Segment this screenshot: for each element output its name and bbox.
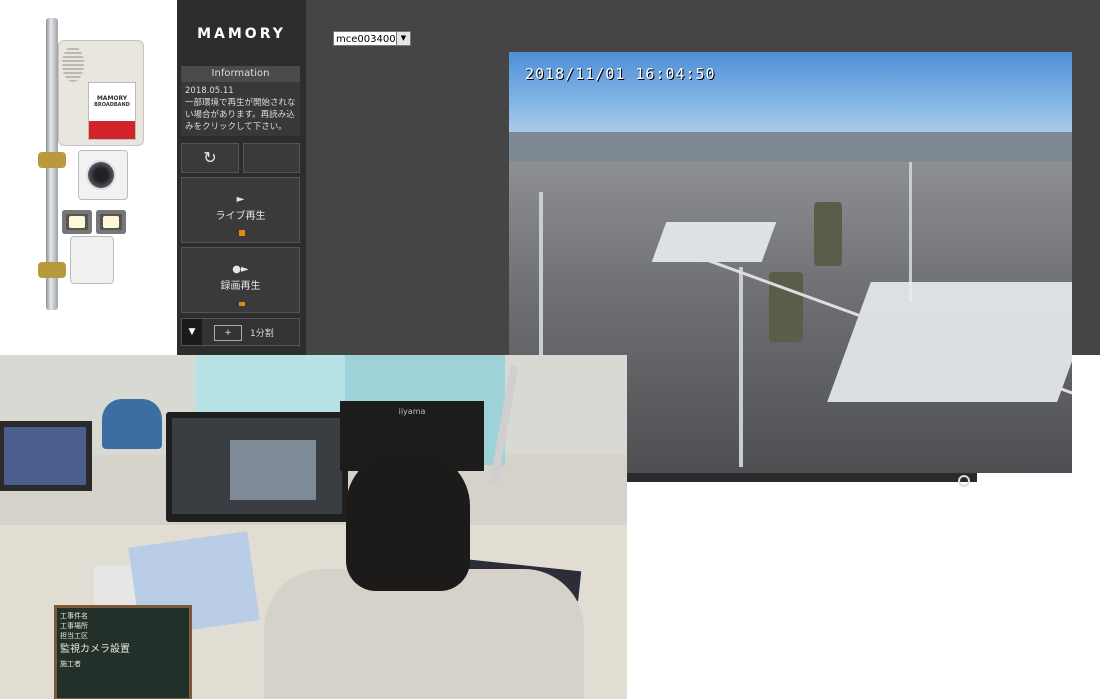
board-line: 施工者	[60, 660, 81, 668]
viewer-sidebar: MAMORY Information 2018.05.11 一部環境で再生が開始…	[177, 0, 306, 355]
pole-clamp-bottom	[38, 262, 66, 278]
fullscreen-icon[interactable]	[958, 475, 970, 487]
info-header: Information	[181, 66, 300, 82]
camera-select[interactable]: mce003400 ▼	[333, 31, 411, 46]
add-split-button[interactable]: +	[214, 325, 242, 341]
camera-select-value: mce003400	[336, 34, 396, 45]
chevron-down-icon[interactable]: ▼	[182, 319, 202, 345]
empty-control-button[interactable]	[243, 143, 300, 173]
cover-sheet	[827, 282, 1072, 402]
record-play-icon: ●►	[232, 264, 249, 275]
live-playback-label: ライブ再生	[215, 211, 266, 222]
monitor-brand: iiyama	[398, 407, 426, 416]
pole-clamp-top	[38, 152, 66, 168]
recorded-playback-button[interactable]: ●► 録画再生	[181, 247, 300, 313]
feed-timestamp: 2018/11/01 16:04:50	[525, 65, 716, 83]
info-panel: 2018.05.11 一部環境で再生が開始されない場合があります。再読み込みをク…	[181, 82, 300, 136]
mini-camera-feed	[230, 440, 316, 500]
led-light-right	[96, 210, 126, 234]
live-indicator	[239, 230, 245, 236]
scaffold-pole	[909, 162, 912, 302]
refresh-icon: ↻	[203, 148, 217, 167]
office-chair	[102, 399, 162, 449]
sensor-unit	[70, 236, 114, 284]
person-head	[346, 451, 470, 591]
info-message: 一部環境で再生が開始されない場合があります。再読み込みをクリックして下さい。	[185, 98, 296, 132]
refresh-button[interactable]: ↻	[181, 143, 239, 173]
device-photo: MAMORY BROADBAND	[0, 0, 177, 355]
recorded-indicator	[239, 302, 245, 306]
live-playback-button[interactable]: ► ライブ再生	[181, 177, 300, 243]
split-controls: ▼ + 1分割	[181, 318, 300, 346]
device-label: MAMORY BROADBAND	[88, 82, 136, 140]
chevron-down-icon: ▼	[396, 32, 410, 45]
board-line: 工事場所	[60, 622, 88, 630]
scaffold-pole	[739, 267, 743, 467]
camera-lens-icon	[86, 160, 116, 190]
play-icon: ►	[236, 194, 245, 205]
info-date: 2018.05.11	[185, 86, 234, 96]
construction-board-text: 工事件名 工事場所 担当工区 監視カメラ設置 施工者	[60, 611, 180, 669]
speaker-grille	[62, 46, 84, 82]
split-label: 1分割	[250, 329, 274, 339]
app-logo: MAMORY	[197, 26, 286, 42]
recorded-playback-label: 録画再生	[220, 281, 261, 292]
laptop-screen	[4, 427, 86, 485]
device-sub-label: BROADBAND	[94, 102, 130, 108]
red-sticker	[89, 121, 135, 139]
worker	[814, 202, 842, 266]
board-line: 担当工区	[60, 632, 88, 640]
board-line: 工事件名	[60, 612, 88, 620]
device-brand-label: MAMORY	[96, 95, 128, 102]
board-line: 監視カメラ設置	[60, 644, 130, 655]
cover-sheet	[651, 222, 777, 262]
office-photo: iiyama 工事件名 工事場所 担当工区 監視カメラ設置 施工者	[0, 355, 627, 699]
feed-control-bar	[627, 473, 977, 482]
led-light-left	[62, 210, 92, 234]
